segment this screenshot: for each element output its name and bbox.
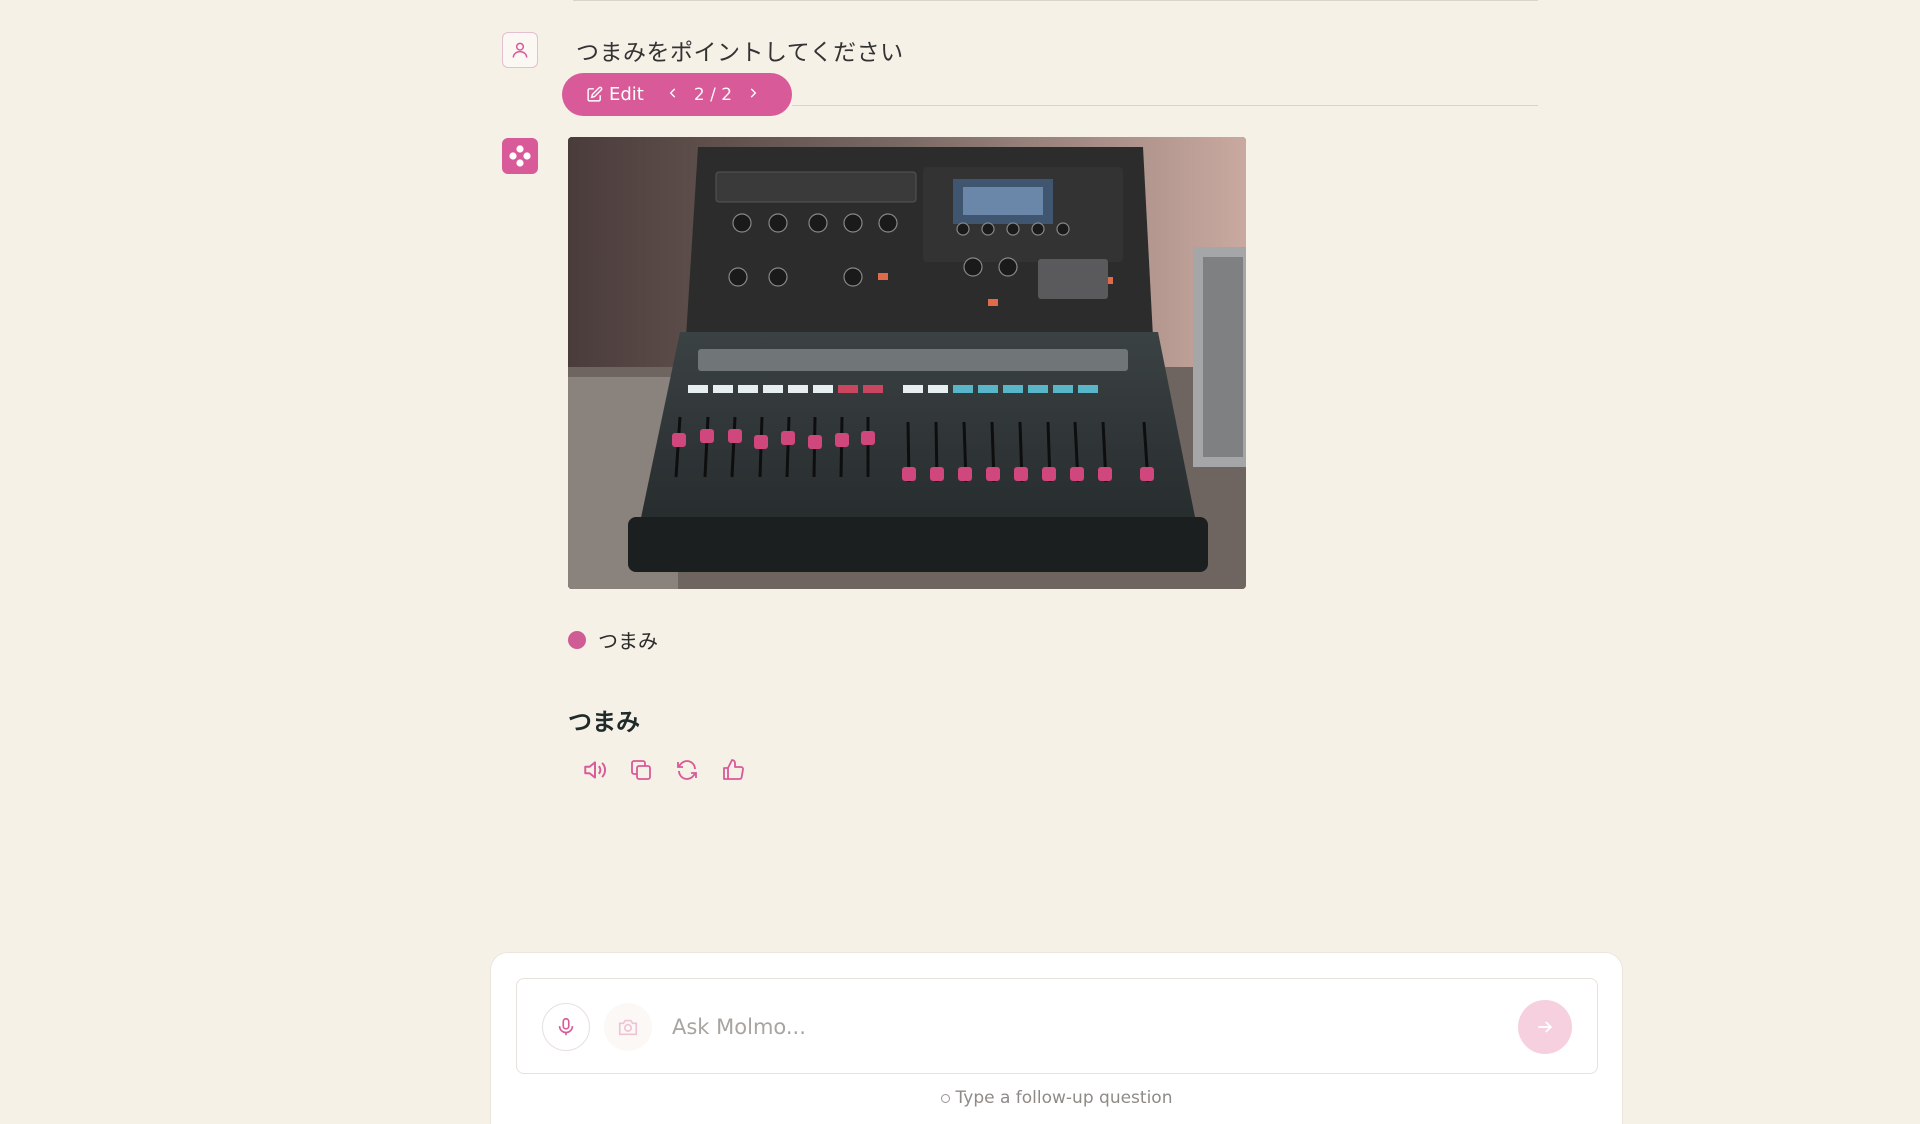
chevron-left-icon <box>669 88 676 98</box>
regenerate-button[interactable] <box>672 755 702 785</box>
edit-button[interactable]: Edit <box>586 84 644 105</box>
chat-page: つまみをポイントしてください Edit 2 / 2 つまみ つまみ Ask Mo… <box>0 0 1920 1124</box>
user-avatar <box>502 32 538 68</box>
hint-text: Type a follow-up question <box>955 1088 1173 1108</box>
legend: つまみ <box>568 625 658 654</box>
copy-button[interactable] <box>626 755 656 785</box>
user-icon <box>512 42 528 58</box>
microphone-icon <box>558 1017 574 1036</box>
chat-input[interactable] <box>672 1005 1492 1049</box>
version-counter: 2 / 2 <box>693 84 733 105</box>
divider <box>792 105 1538 106</box>
molmo-logo-icon <box>509 145 531 167</box>
send-button[interactable] <box>1518 1000 1572 1054</box>
mixer-photo <box>568 137 1246 589</box>
legend-label: つまみ <box>598 629 658 653</box>
camera-icon <box>618 1019 638 1036</box>
composer-hint: Type a follow-up question <box>491 1088 1622 1108</box>
arrow-right-icon <box>1538 1021 1553 1033</box>
copy-icon <box>631 760 651 780</box>
next-version-button[interactable] <box>746 84 760 105</box>
legend-dot <box>568 630 586 649</box>
previous-version-button[interactable] <box>666 84 680 105</box>
edit-icon <box>587 86 603 102</box>
user-message: つまみをポイントしてください <box>576 40 904 66</box>
camera-button[interactable] <box>604 1003 652 1051</box>
chevron-right-icon <box>750 88 757 98</box>
hint-circle-icon <box>940 1093 950 1103</box>
read-aloud-button[interactable] <box>580 755 610 785</box>
speaker-icon <box>584 761 606 779</box>
message-actions <box>580 755 748 785</box>
input-box <box>516 978 1598 1074</box>
thumbs-up-button[interactable] <box>718 755 748 785</box>
assistant-avatar <box>502 138 538 174</box>
regenerate-icon <box>677 760 697 780</box>
thumbs-up-icon <box>723 759 744 780</box>
voice-input-button[interactable] <box>542 1003 590 1051</box>
edit-label: Edit <box>609 84 644 105</box>
assistant-answer: つまみ <box>568 708 640 736</box>
composer: Type a follow-up question <box>490 952 1623 1124</box>
edit-toolbar: Edit 2 / 2 <box>562 73 792 116</box>
divider <box>573 0 1538 1</box>
